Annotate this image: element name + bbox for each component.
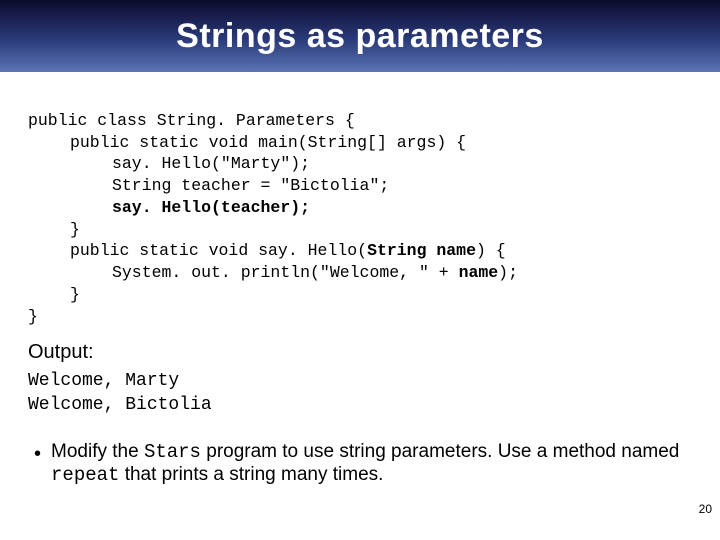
page-number: 20 — [699, 502, 712, 516]
code-line: } — [28, 285, 80, 304]
bullet-dot-icon: • — [34, 441, 41, 465]
code-line: String teacher = "Bictolia"; — [28, 176, 389, 195]
bullet-text: Modify the Stars program to use string p… — [51, 441, 692, 487]
output-block: Welcome, Marty Welcome, Bictolia — [28, 370, 692, 417]
code-line: System. out. println("Welcome, " + name)… — [28, 263, 518, 282]
slide-header: Strings as parameters — [0, 0, 720, 72]
code-line: } — [28, 220, 80, 239]
slide-content: public class String. Parameters { public… — [0, 72, 720, 487]
code-line: public static void say. Hello(String nam… — [28, 241, 506, 260]
output-line: Welcome, Marty — [28, 371, 179, 391]
code-line: public static void main(String[] args) { — [28, 133, 466, 152]
code-line: public class String. Parameters { — [28, 111, 355, 130]
code-block: public class String. Parameters { public… — [28, 88, 692, 327]
bullet-item: • Modify the Stars program to use string… — [28, 441, 692, 487]
output-line: Welcome, Bictolia — [28, 395, 212, 415]
code-line: say. Hello("Marty"); — [28, 154, 310, 173]
slide-title: Strings as parameters — [176, 17, 544, 56]
code-line: say. Hello(teacher); — [28, 198, 310, 217]
code-line: } — [28, 307, 38, 326]
output-label: Output: — [28, 341, 692, 364]
